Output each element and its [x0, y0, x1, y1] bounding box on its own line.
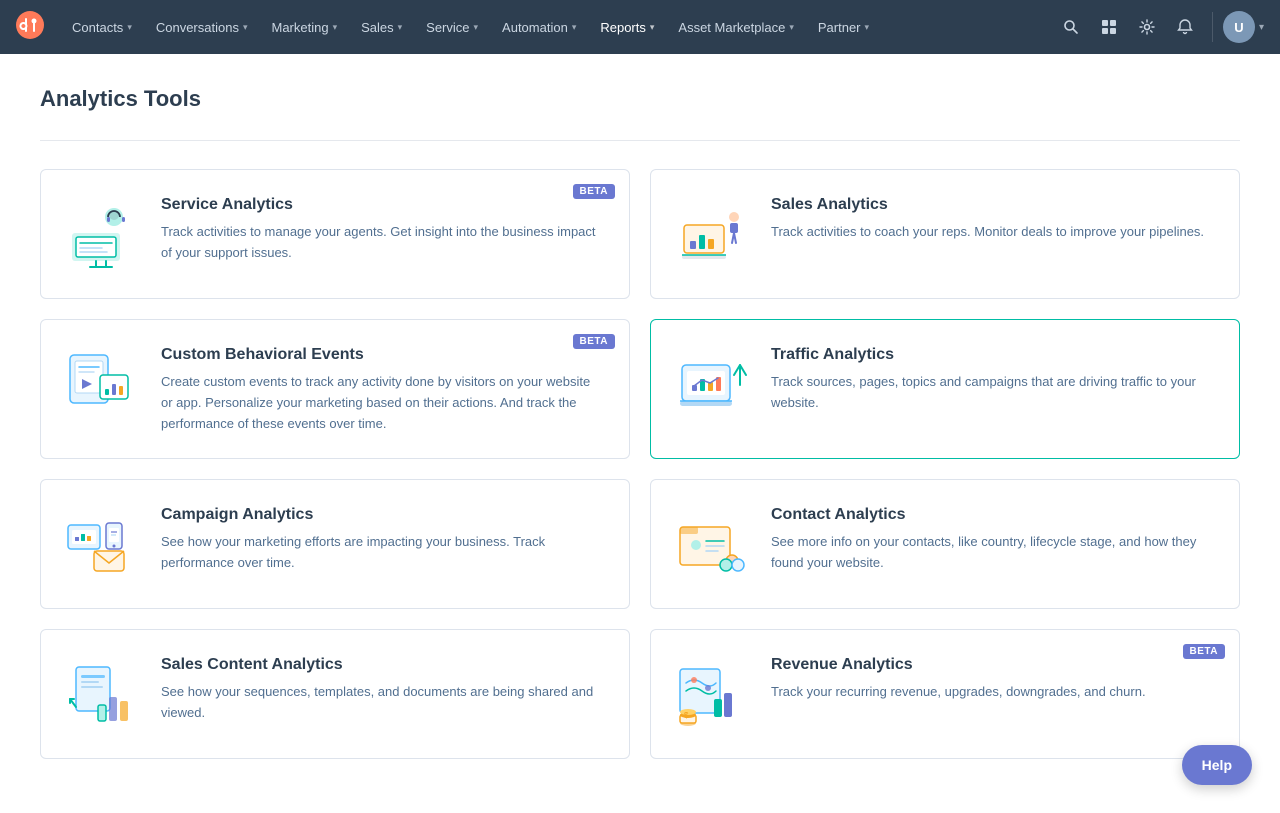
navbar: Contacts ▾ Conversations ▾ Marketing ▾ S… — [0, 0, 1280, 54]
nav-contacts[interactable]: Contacts ▾ — [60, 0, 144, 54]
nav-right: U ▾ — [1054, 10, 1264, 44]
campaign-analytics-body: Campaign Analytics See how your marketin… — [161, 504, 605, 574]
marketplace-icon[interactable] — [1092, 10, 1126, 44]
sales-analytics-body: Sales Analytics Track activities to coac… — [771, 194, 1215, 243]
custom-behavioral-desc: Create custom events to track any activi… — [161, 372, 605, 434]
chevron-down-icon: ▾ — [333, 22, 338, 33]
nav-partner[interactable]: Partner ▾ — [806, 0, 881, 54]
beta-badge: BETA — [1183, 644, 1225, 659]
user-avatar-wrap[interactable]: U ▾ — [1223, 11, 1264, 43]
card-sales-analytics[interactable]: Sales Analytics Track activities to coac… — [650, 169, 1240, 299]
user-avatar: U — [1223, 11, 1255, 43]
custom-behavioral-title: Custom Behavioral Events — [161, 346, 605, 364]
card-revenue-analytics[interactable]: BETA — [650, 629, 1240, 759]
campaign-analytics-icon — [61, 504, 141, 584]
help-button[interactable]: Help — [1182, 745, 1252, 785]
nav-marketing[interactable]: Marketing ▾ — [259, 0, 349, 54]
chevron-down-icon: ▾ — [1259, 22, 1264, 33]
nav-service[interactable]: Service ▾ — [414, 0, 490, 54]
service-analytics-icon — [61, 194, 141, 274]
contact-analytics-title: Contact Analytics — [771, 506, 1215, 524]
service-analytics-desc: Track activities to manage your agents. … — [161, 222, 605, 264]
card-sales-content[interactable]: Sales Content Analytics See how your seq… — [40, 629, 630, 759]
revenue-analytics-desc: Track your recurring revenue, upgrades, … — [771, 682, 1215, 703]
sales-content-title: Sales Content Analytics — [161, 656, 605, 674]
traffic-analytics-desc: Track sources, pages, topics and campaig… — [771, 372, 1215, 414]
sales-content-icon — [61, 654, 141, 734]
nav-sales[interactable]: Sales ▾ — [349, 0, 414, 54]
chevron-down-icon: ▾ — [474, 22, 479, 33]
sales-analytics-title: Sales Analytics — [771, 196, 1215, 214]
revenue-analytics-icon: $ — [671, 654, 751, 734]
cards-grid: BETA — [40, 169, 1240, 759]
revenue-analytics-body: Revenue Analytics Track your recurring r… — [771, 654, 1215, 703]
traffic-analytics-icon — [671, 344, 751, 424]
card-traffic-analytics[interactable]: Traffic Analytics Track sources, pages, … — [650, 319, 1240, 459]
chevron-down-icon: ▾ — [650, 22, 655, 33]
hubspot-logo[interactable] — [16, 11, 44, 44]
contact-analytics-icon — [671, 504, 751, 584]
beta-badge: BETA — [573, 184, 615, 199]
card-contact-analytics[interactable]: Contact Analytics See more info on your … — [650, 479, 1240, 609]
traffic-analytics-body: Traffic Analytics Track sources, pages, … — [771, 344, 1215, 414]
card-service-analytics[interactable]: BETA — [40, 169, 630, 299]
chevron-down-icon: ▾ — [865, 22, 870, 33]
sales-content-desc: See how your sequences, templates, and d… — [161, 682, 605, 724]
nav-asset-marketplace[interactable]: Asset Marketplace ▾ — [666, 0, 805, 54]
divider — [40, 140, 1240, 141]
page-content: Analytics Tools BETA — [0, 54, 1280, 813]
traffic-analytics-title: Traffic Analytics — [771, 346, 1215, 364]
sales-analytics-icon — [671, 194, 751, 274]
nav-items: Contacts ▾ Conversations ▾ Marketing ▾ S… — [60, 0, 1054, 54]
beta-badge: BETA — [573, 334, 615, 349]
campaign-analytics-desc: See how your marketing efforts are impac… — [161, 532, 605, 574]
notifications-icon[interactable] — [1168, 10, 1202, 44]
card-custom-behavioral[interactable]: BETA Custo — [40, 319, 630, 459]
chevron-down-icon: ▾ — [127, 22, 132, 33]
sales-content-body: Sales Content Analytics See how your seq… — [161, 654, 605, 724]
contact-analytics-desc: See more info on your contacts, like cou… — [771, 532, 1215, 574]
campaign-analytics-title: Campaign Analytics — [161, 506, 605, 524]
nav-conversations[interactable]: Conversations ▾ — [144, 0, 260, 54]
svg-text:$: $ — [684, 711, 689, 720]
custom-behavioral-icon — [61, 344, 141, 424]
chevron-down-icon: ▾ — [398, 22, 403, 33]
nav-automation[interactable]: Automation ▾ — [490, 0, 588, 54]
custom-behavioral-body: Custom Behavioral Events Create custom e… — [161, 344, 605, 434]
chevron-down-icon: ▾ — [243, 22, 248, 33]
page-title: Analytics Tools — [40, 86, 1240, 112]
settings-icon[interactable] — [1130, 10, 1164, 44]
service-analytics-body: Service Analytics Track activities to ma… — [161, 194, 605, 264]
chevron-down-icon: ▾ — [572, 22, 577, 33]
contact-analytics-body: Contact Analytics See more info on your … — [771, 504, 1215, 574]
nav-reports[interactable]: Reports ▾ — [588, 0, 666, 54]
chevron-down-icon: ▾ — [789, 22, 794, 33]
service-analytics-title: Service Analytics — [161, 196, 605, 214]
nav-divider — [1212, 12, 1213, 42]
card-campaign-analytics[interactable]: Campaign Analytics See how your marketin… — [40, 479, 630, 609]
revenue-analytics-title: Revenue Analytics — [771, 656, 1215, 674]
sales-analytics-desc: Track activities to coach your reps. Mon… — [771, 222, 1215, 243]
search-icon[interactable] — [1054, 10, 1088, 44]
